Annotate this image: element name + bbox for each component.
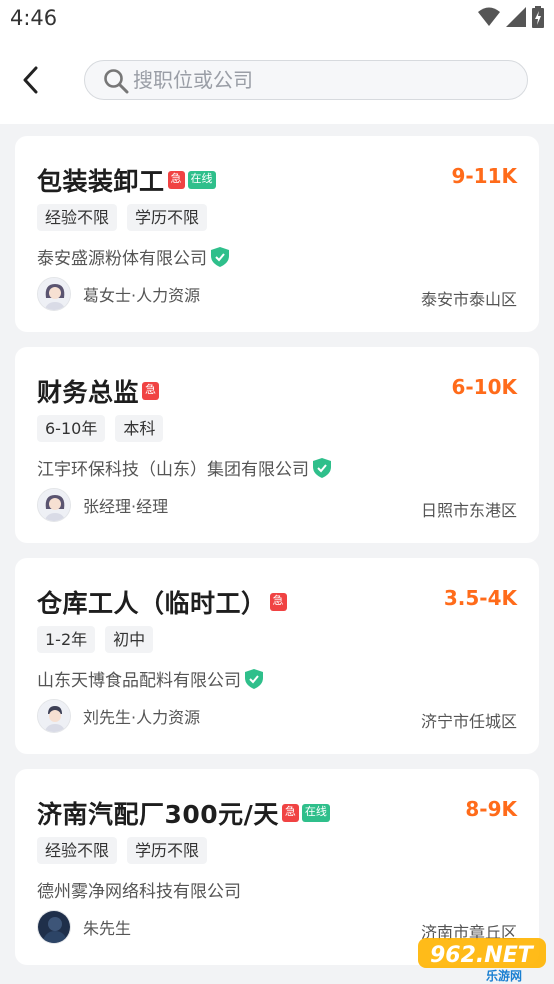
urgent-badge: 急 [281, 804, 299, 822]
svg-text:962.NET: 962.NET [430, 943, 535, 968]
company-name: 泰安盛源粉体有限公司 [37, 249, 207, 269]
verified-shield-icon [245, 668, 263, 689]
back-button[interactable] [14, 62, 46, 98]
urgent-badge: 急 [167, 171, 185, 189]
company-name: 江宇环保科技（山东）集团有限公司 [37, 460, 309, 480]
search-box[interactable] [84, 60, 528, 100]
location: 济宁市任城区 [420, 712, 517, 731]
company: 泰安盛源粉体有限公司 [37, 244, 229, 269]
education-tag: 本科 [115, 415, 164, 442]
job-title-row: 仓库工人（临时工） 急 [37, 584, 287, 620]
job-card[interactable]: 仓库工人（临时工） 急 3.5-4K 1-2年 初中 山东天博食品配料有限公司 … [15, 558, 539, 754]
company: 山东天博食品配料有限公司 [37, 666, 263, 691]
education-tag: 学历不限 [127, 204, 208, 231]
job-card[interactable]: 财务总监 急 6-10K 6-10年 本科 江宇环保科技（山东）集团有限公司 张… [15, 347, 539, 543]
job-title: 包装装卸工 [37, 167, 165, 196]
company-name: 德州雾净网络科技有限公司 [37, 882, 241, 902]
recruiter-name: 刘先生·人力资源 [83, 708, 201, 727]
verified-shield-icon [211, 246, 229, 267]
salary: 3.5-4K [443, 586, 517, 610]
job-title-row: 财务总监 急 [37, 373, 160, 409]
signal-icon [506, 7, 526, 27]
search-icon [104, 69, 129, 94]
recruiter-name: 张经理·经理 [83, 497, 169, 516]
job-title: 济南汽配厂300元/天 [37, 800, 279, 829]
salary: 6-10K [451, 375, 517, 399]
search-header [0, 40, 554, 124]
job-title-row: 包装装卸工 急 在线 [37, 162, 216, 198]
status-bar: 4:46 [0, 0, 554, 40]
status-time: 4:46 [10, 6, 58, 30]
recruiter-name: 朱先生 [83, 919, 132, 938]
recruiter: 张经理·经理 [37, 488, 168, 522]
urgent-badge: 急 [269, 593, 287, 611]
back-arrow-icon [23, 66, 38, 94]
experience-tag: 经验不限 [37, 204, 118, 231]
company-name: 山东天博食品配料有限公司 [37, 671, 241, 691]
online-badge: 在线 [301, 804, 330, 822]
search-input[interactable] [133, 65, 513, 95]
job-title-row: 济南汽配厂300元/天 急 在线 [37, 795, 330, 831]
experience-tag: 1-2年 [37, 626, 96, 653]
status-icons [478, 6, 544, 28]
recruiter: 朱先生 [37, 910, 131, 944]
experience-tag: 6-10年 [37, 415, 106, 442]
job-title: 仓库工人（临时工） [37, 589, 267, 618]
wifi-icon [478, 7, 500, 26]
job-card[interactable]: 包装装卸工 急 在线 9-11K 经验不限 学历不限 泰安盛源粉体有限公司 葛女… [15, 136, 539, 332]
recruiter: 刘先生·人力资源 [37, 699, 200, 733]
online-badge: 在线 [187, 171, 216, 189]
watermark-logo: 962.NET 乐游网 [414, 932, 550, 983]
verified-shield-icon [313, 457, 331, 478]
job-tags: 经验不限 学历不限 [37, 837, 208, 864]
company: 江宇环保科技（山东）集团有限公司 [37, 455, 331, 480]
job-tags: 6-10年 本科 [37, 415, 164, 442]
job-title: 财务总监 [37, 378, 140, 407]
job-tags: 经验不限 学历不限 [37, 204, 208, 231]
female-avatar-icon [37, 277, 71, 311]
education-tag: 初中 [105, 626, 154, 653]
location: 泰安市泰山区 [420, 290, 517, 309]
battery-icon [532, 6, 544, 28]
company: 德州雾净网络科技有限公司 [37, 877, 241, 902]
male-avatar-icon [37, 699, 71, 733]
recruiter: 葛女士·人力资源 [37, 277, 200, 311]
salary: 9-11K [451, 164, 517, 188]
svg-text:乐游网: 乐游网 [486, 968, 522, 982]
photo-avatar-icon [37, 910, 71, 944]
experience-tag: 经验不限 [37, 837, 118, 864]
recruiter-name: 葛女士·人力资源 [83, 286, 201, 305]
female-avatar-icon [37, 488, 71, 522]
job-tags: 1-2年 初中 [37, 626, 154, 653]
salary: 8-9K [465, 797, 517, 821]
urgent-badge: 急 [142, 382, 160, 400]
location: 日照市东港区 [420, 501, 517, 520]
education-tag: 学历不限 [127, 837, 208, 864]
